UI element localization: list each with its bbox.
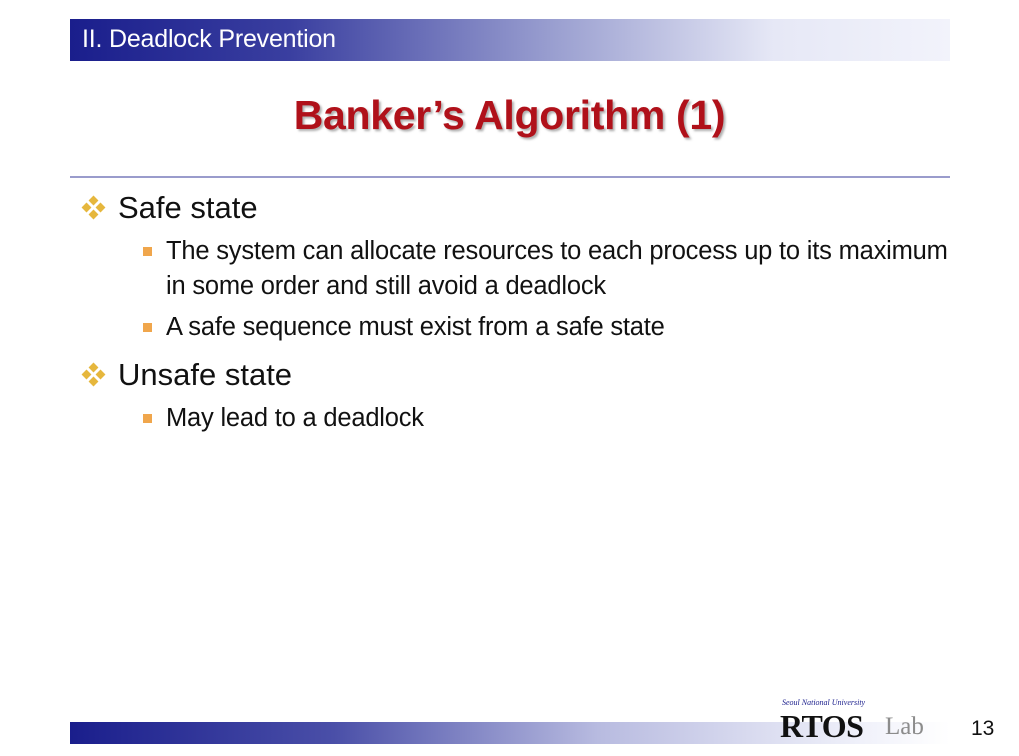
square-bullet-icon: [143, 247, 152, 256]
bullet-safe-state: Safe state: [81, 190, 258, 226]
subbullet-text: The system can allocate resources to eac…: [166, 237, 948, 300]
bullet-label: Safe state: [118, 190, 258, 225]
four-diamond-icon: [81, 195, 106, 220]
subbullet-text: May lead to a deadlock: [166, 404, 424, 432]
subbullet-safe-sequence: A safe sequence must exist from a safe s…: [143, 310, 956, 345]
rtos-lab-logo: Seoul National University RTOS Lab: [770, 694, 970, 754]
square-bullet-icon: [143, 414, 152, 423]
bullet-label: Unsafe state: [118, 357, 293, 392]
logo-caption: Seoul National University: [782, 698, 866, 707]
page-number: 13: [971, 717, 995, 740]
logo-lab: Lab: [885, 713, 924, 740]
subbullet-text: A safe sequence must exist from a safe s…: [166, 313, 665, 341]
subbullet-deadlock: May lead to a deadlock: [143, 401, 956, 436]
slide-title: Banker’s Algorithm (1): [293, 92, 726, 138]
four-diamond-icon: [81, 362, 106, 387]
slide: II. Deadlock Prevention Banker’s Algorit…: [0, 0, 1019, 756]
logo-rtos: RTOS: [780, 708, 864, 744]
section-header-bar: II. Deadlock Prevention: [70, 19, 950, 61]
square-bullet-icon: [143, 323, 152, 332]
title-divider: [70, 176, 950, 178]
bullet-unsafe-state: Unsafe state: [81, 357, 293, 393]
section-title: II. Deadlock Prevention: [82, 25, 336, 53]
subbullet-allocate: The system can allocate resources to eac…: [143, 234, 956, 304]
